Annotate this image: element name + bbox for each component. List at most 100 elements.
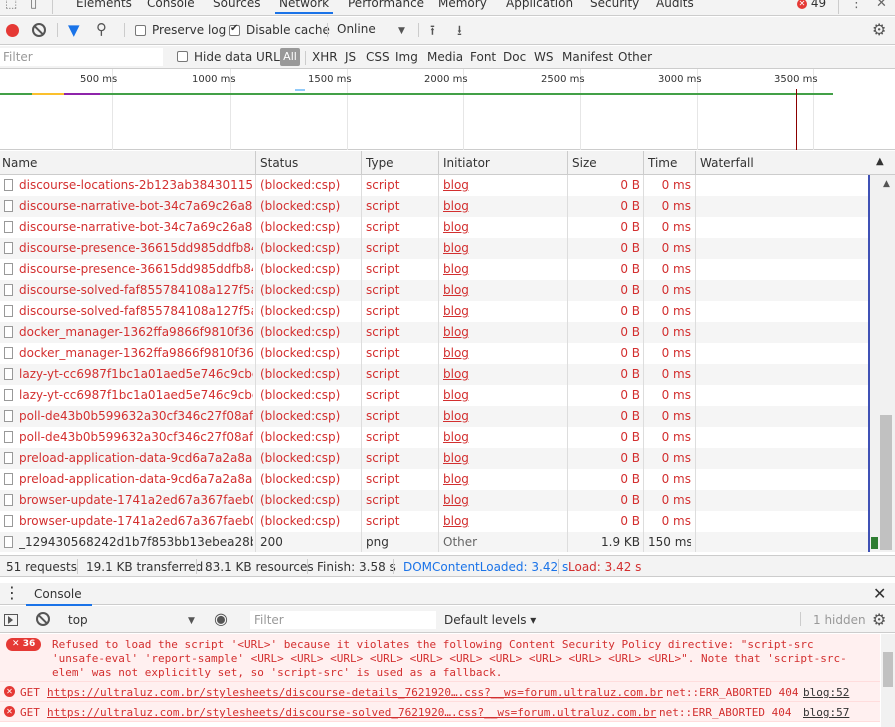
context-select[interactable]: top	[68, 613, 88, 627]
disable-cache-checkbox[interactable]	[229, 23, 240, 36]
throttle-select[interactable]: Online	[337, 22, 376, 36]
table-row[interactable]: discourse-narrative-bot-34c7a69c26a852a.…	[0, 217, 868, 238]
cell-initiator[interactable]: blog	[443, 430, 563, 444]
cell-initiator[interactable]: blog	[443, 409, 563, 423]
table-row[interactable]: discourse-narrative-bot-34c7a69c26a852a.…	[0, 196, 868, 217]
type-filter-xhr[interactable]: XHR	[312, 50, 338, 64]
table-row[interactable]: discourse-solved-faf855784108a127f5a9a..…	[0, 301, 868, 322]
column-time[interactable]: Time	[648, 156, 677, 170]
table-row[interactable]: poll-de43b0b599632a30cf346c27f08af452...…	[0, 406, 868, 427]
table-row[interactable]: preload-application-data-9cd6a7a2a8ad5..…	[0, 448, 868, 469]
column-divider[interactable]	[567, 151, 568, 175]
clear-console-icon[interactable]	[36, 612, 50, 626]
table-row[interactable]: lazy-yt-cc6987f1bc1a01aed5e746c9cbe75...…	[0, 385, 868, 406]
cell-initiator[interactable]: blog	[443, 493, 563, 507]
table-row[interactable]: poll-de43b0b599632a30cf346c27f08af452...…	[0, 427, 868, 448]
column-waterfall[interactable]: Waterfall	[700, 156, 754, 170]
cell-initiator[interactable]: blog	[443, 304, 563, 318]
console-scrollbar-thumb[interactable]	[883, 652, 893, 687]
hide-data-urls-checkbox[interactable]	[177, 51, 188, 62]
close-drawer-icon[interactable]: ✕	[873, 584, 886, 603]
table-row[interactable]: _129430568242d1b7f853bb13ebea28b3f6... 20…	[0, 532, 868, 552]
record-icon[interactable]	[6, 24, 19, 37]
tab-performance[interactable]: Performance	[348, 0, 424, 10]
table-scrollbar-thumb[interactable]	[880, 415, 892, 550]
export-har-icon[interactable]: ⭳	[457, 20, 462, 44]
table-row[interactable]: discourse-presence-36615dd985ddfb840f...…	[0, 238, 868, 259]
inspect-cursor-icon[interactable]: ⬚	[5, 0, 17, 11]
tab-elements[interactable]: Elements	[76, 0, 132, 10]
column-size[interactable]: Size	[572, 156, 597, 170]
column-divider[interactable]	[695, 151, 696, 175]
table-row[interactable]: preload-application-data-9cd6a7a2a8ad5..…	[0, 469, 868, 490]
console-message-404[interactable]: ✕ GET https://ultraluz.com.br/stylesheet…	[0, 702, 880, 722]
cell-initiator[interactable]: blog	[443, 451, 563, 465]
network-overview[interactable]: 500 ms 1000 ms 1500 ms 2000 ms 2500 ms 3…	[0, 69, 895, 150]
tab-application[interactable]: Application	[506, 0, 573, 10]
filter-input[interactable]: Filter	[0, 48, 163, 66]
column-initiator[interactable]: Initiator	[443, 156, 490, 170]
tab-console[interactable]: Console	[147, 0, 195, 10]
source-link[interactable]: blog:57	[803, 706, 849, 719]
table-row[interactable]: docker_manager-1362ffa9866f9810f36cd... (…	[0, 343, 868, 364]
cell-initiator[interactable]: blog	[443, 178, 563, 192]
tab-audits[interactable]: Audits	[656, 0, 694, 10]
column-divider[interactable]	[255, 151, 256, 175]
gear-icon[interactable]: ⚙	[872, 20, 886, 39]
type-filter-ws[interactable]: WS	[534, 50, 553, 64]
cell-initiator[interactable]: blog	[443, 367, 563, 381]
sort-ascending-icon[interactable]: ▲	[876, 156, 884, 167]
eye-icon[interactable]: ◉	[214, 609, 228, 628]
console-message-404[interactable]: ✕ GET https://ultraluz.com.br/stylesheet…	[0, 682, 880, 702]
type-filter-media[interactable]: Media	[427, 50, 463, 64]
more-tools-icon[interactable]: ⋮	[4, 583, 20, 602]
tab-security[interactable]: Security	[590, 0, 639, 10]
device-toggle-icon[interactable]: ▯	[30, 0, 37, 11]
tab-memory[interactable]: Memory	[438, 0, 487, 10]
cell-initiator[interactable]: blog	[443, 283, 563, 297]
column-type[interactable]: Type	[366, 156, 394, 170]
column-divider[interactable]	[438, 151, 439, 175]
table-row[interactable]: lazy-yt-cc6987f1bc1a01aed5e746c9cbe75...…	[0, 364, 868, 385]
table-row[interactable]: browser-update-1741a2ed67a367faeb0a5... (…	[0, 511, 868, 532]
drawer-tab-console[interactable]: Console	[26, 587, 92, 606]
console-sidebar-icon[interactable]	[4, 614, 18, 626]
tab-sources[interactable]: Sources	[213, 0, 260, 10]
cell-initiator[interactable]: blog	[443, 325, 563, 339]
cell-initiator[interactable]: blog	[443, 241, 563, 255]
column-divider[interactable]	[643, 151, 644, 175]
log-levels-select[interactable]: Default levels ▾	[444, 613, 536, 627]
table-row[interactable]: discourse-solved-faf855784108a127f5a9a..…	[0, 280, 868, 301]
cell-initiator[interactable]: blog	[443, 388, 563, 402]
scroll-up-icon[interactable]: ▲	[883, 179, 890, 189]
type-filter-css[interactable]: CSS	[366, 50, 390, 64]
source-link[interactable]: blog:52	[803, 686, 849, 699]
console-filter-input[interactable]: Filter	[250, 611, 436, 629]
cell-initiator[interactable]: blog	[443, 199, 563, 213]
tab-network[interactable]: Network	[274, 0, 334, 14]
cell-initiator[interactable]: blog	[443, 472, 563, 486]
console-message-csp[interactable]: ✕ 36 Refused to load the script '<URL>' …	[0, 634, 880, 682]
cell-initiator[interactable]: blog	[443, 262, 563, 276]
type-filter-doc[interactable]: Doc	[503, 50, 526, 64]
error-counter[interactable]: ✕ 49	[797, 0, 826, 10]
import-har-icon[interactable]: ⭱	[430, 20, 435, 44]
table-row[interactable]: browser-update-1741a2ed67a367faeb0a5... (…	[0, 490, 868, 511]
filter-icon[interactable]: ▼	[68, 21, 80, 39]
type-filter-font[interactable]: Font	[470, 50, 496, 64]
cell-initiator[interactable]: blog	[443, 346, 563, 360]
table-row[interactable]: docker_manager-1362ffa9866f9810f36cd... (…	[0, 322, 868, 343]
search-icon[interactable]: ⚲	[96, 20, 107, 38]
request-url-link[interactable]: https://ultraluz.com.br/stylesheets/disc…	[47, 706, 656, 719]
type-filter-img[interactable]: Img	[395, 50, 418, 64]
type-filter-other[interactable]: Other	[618, 50, 652, 64]
more-options-icon[interactable]: ⋮	[850, 0, 863, 11]
type-filter-manifest[interactable]: Manifest	[562, 50, 613, 64]
request-url-link[interactable]: https://ultraluz.com.br/stylesheets/disc…	[47, 686, 663, 699]
column-status[interactable]: Status	[260, 156, 298, 170]
close-devtools-icon[interactable]: ✕	[876, 0, 887, 11]
cell-initiator[interactable]: blog	[443, 220, 563, 234]
console-gear-icon[interactable]: ⚙	[872, 610, 886, 629]
clear-icon[interactable]	[32, 23, 46, 37]
preserve-log-checkbox[interactable]	[135, 25, 146, 36]
